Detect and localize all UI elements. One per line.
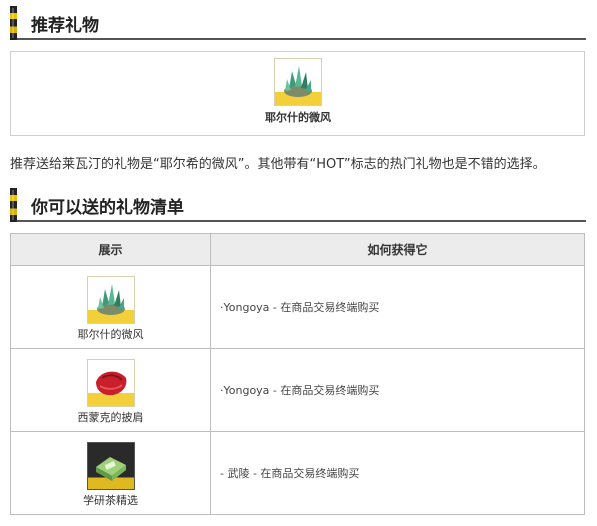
column-header-show: 展示 (10, 233, 211, 266)
gift-cell: 学研茶精选 (10, 431, 211, 515)
table-row: 耶尔什的微风 ·Yongoya - 在商品交易终端购买 (10, 265, 585, 349)
tea-box-icon[interactable] (86, 442, 135, 490)
recommendation-text: 推荐送给莱瓦汀的礼物是“耶尔希的微风”。其他带有“HOT”标志的热门礼物也是不错… (10, 157, 546, 172)
table-header-row: 展示 如何获得它 (10, 233, 585, 266)
gift-name: 学研茶精选 (83, 494, 138, 507)
header-bar-icon (10, 6, 17, 40)
column-header-how: 如何获得它 (210, 233, 585, 266)
gift-source: ·Yongoya - 在商品交易终端购买 (210, 265, 585, 349)
gift-list-table: 展示 如何获得它 耶尔什的微风 ·Yongoya - 在商品交易终端购买 西蒙克… (10, 233, 585, 515)
recommended-gift-name: 耶尔什的微风 (265, 111, 331, 124)
recommended-gift-box: 耶尔什的微风 (10, 51, 585, 136)
gift-source: ·Yongoya - 在商品交易终端购买 (210, 348, 585, 432)
header-bar-icon (10, 188, 17, 222)
table-row: 西蒙克的披肩 ·Yongoya - 在商品交易终端购买 (10, 348, 585, 432)
green-crystal-icon[interactable] (86, 276, 135, 324)
section-header-recommended: 推荐礼物 (10, 6, 586, 40)
gift-cell: 耶尔什的微风 (10, 265, 211, 349)
gift-source: - 武陵 - 在商品交易终端购买 (210, 431, 585, 515)
gift-name: 耶尔什的微风 (77, 328, 144, 341)
section-title: 你可以送的礼物清单 (31, 198, 184, 218)
gift-cell: 西蒙克的披肩 (10, 348, 211, 432)
gift-name: 西蒙克的披肩 (77, 411, 144, 424)
section-title: 推荐礼物 (31, 16, 99, 36)
section-header-gift-list: 你可以送的礼物清单 (10, 188, 586, 222)
recommended-gift[interactable]: 耶尔什的微风 (256, 58, 340, 125)
green-crystal-icon (274, 58, 322, 106)
table-row: 学研茶精选 - 武陵 - 在商品交易终端购买 (10, 431, 585, 515)
red-shawl-icon[interactable] (86, 359, 135, 407)
